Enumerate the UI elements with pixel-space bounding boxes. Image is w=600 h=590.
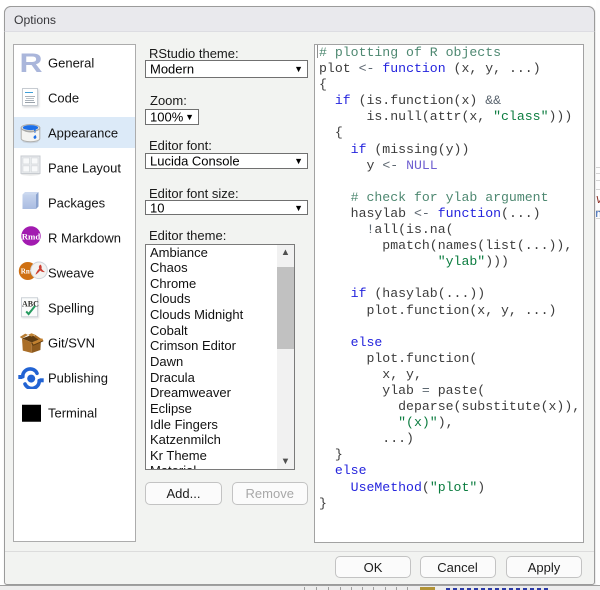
svg-text:Rmd: Rmd (22, 231, 41, 241)
